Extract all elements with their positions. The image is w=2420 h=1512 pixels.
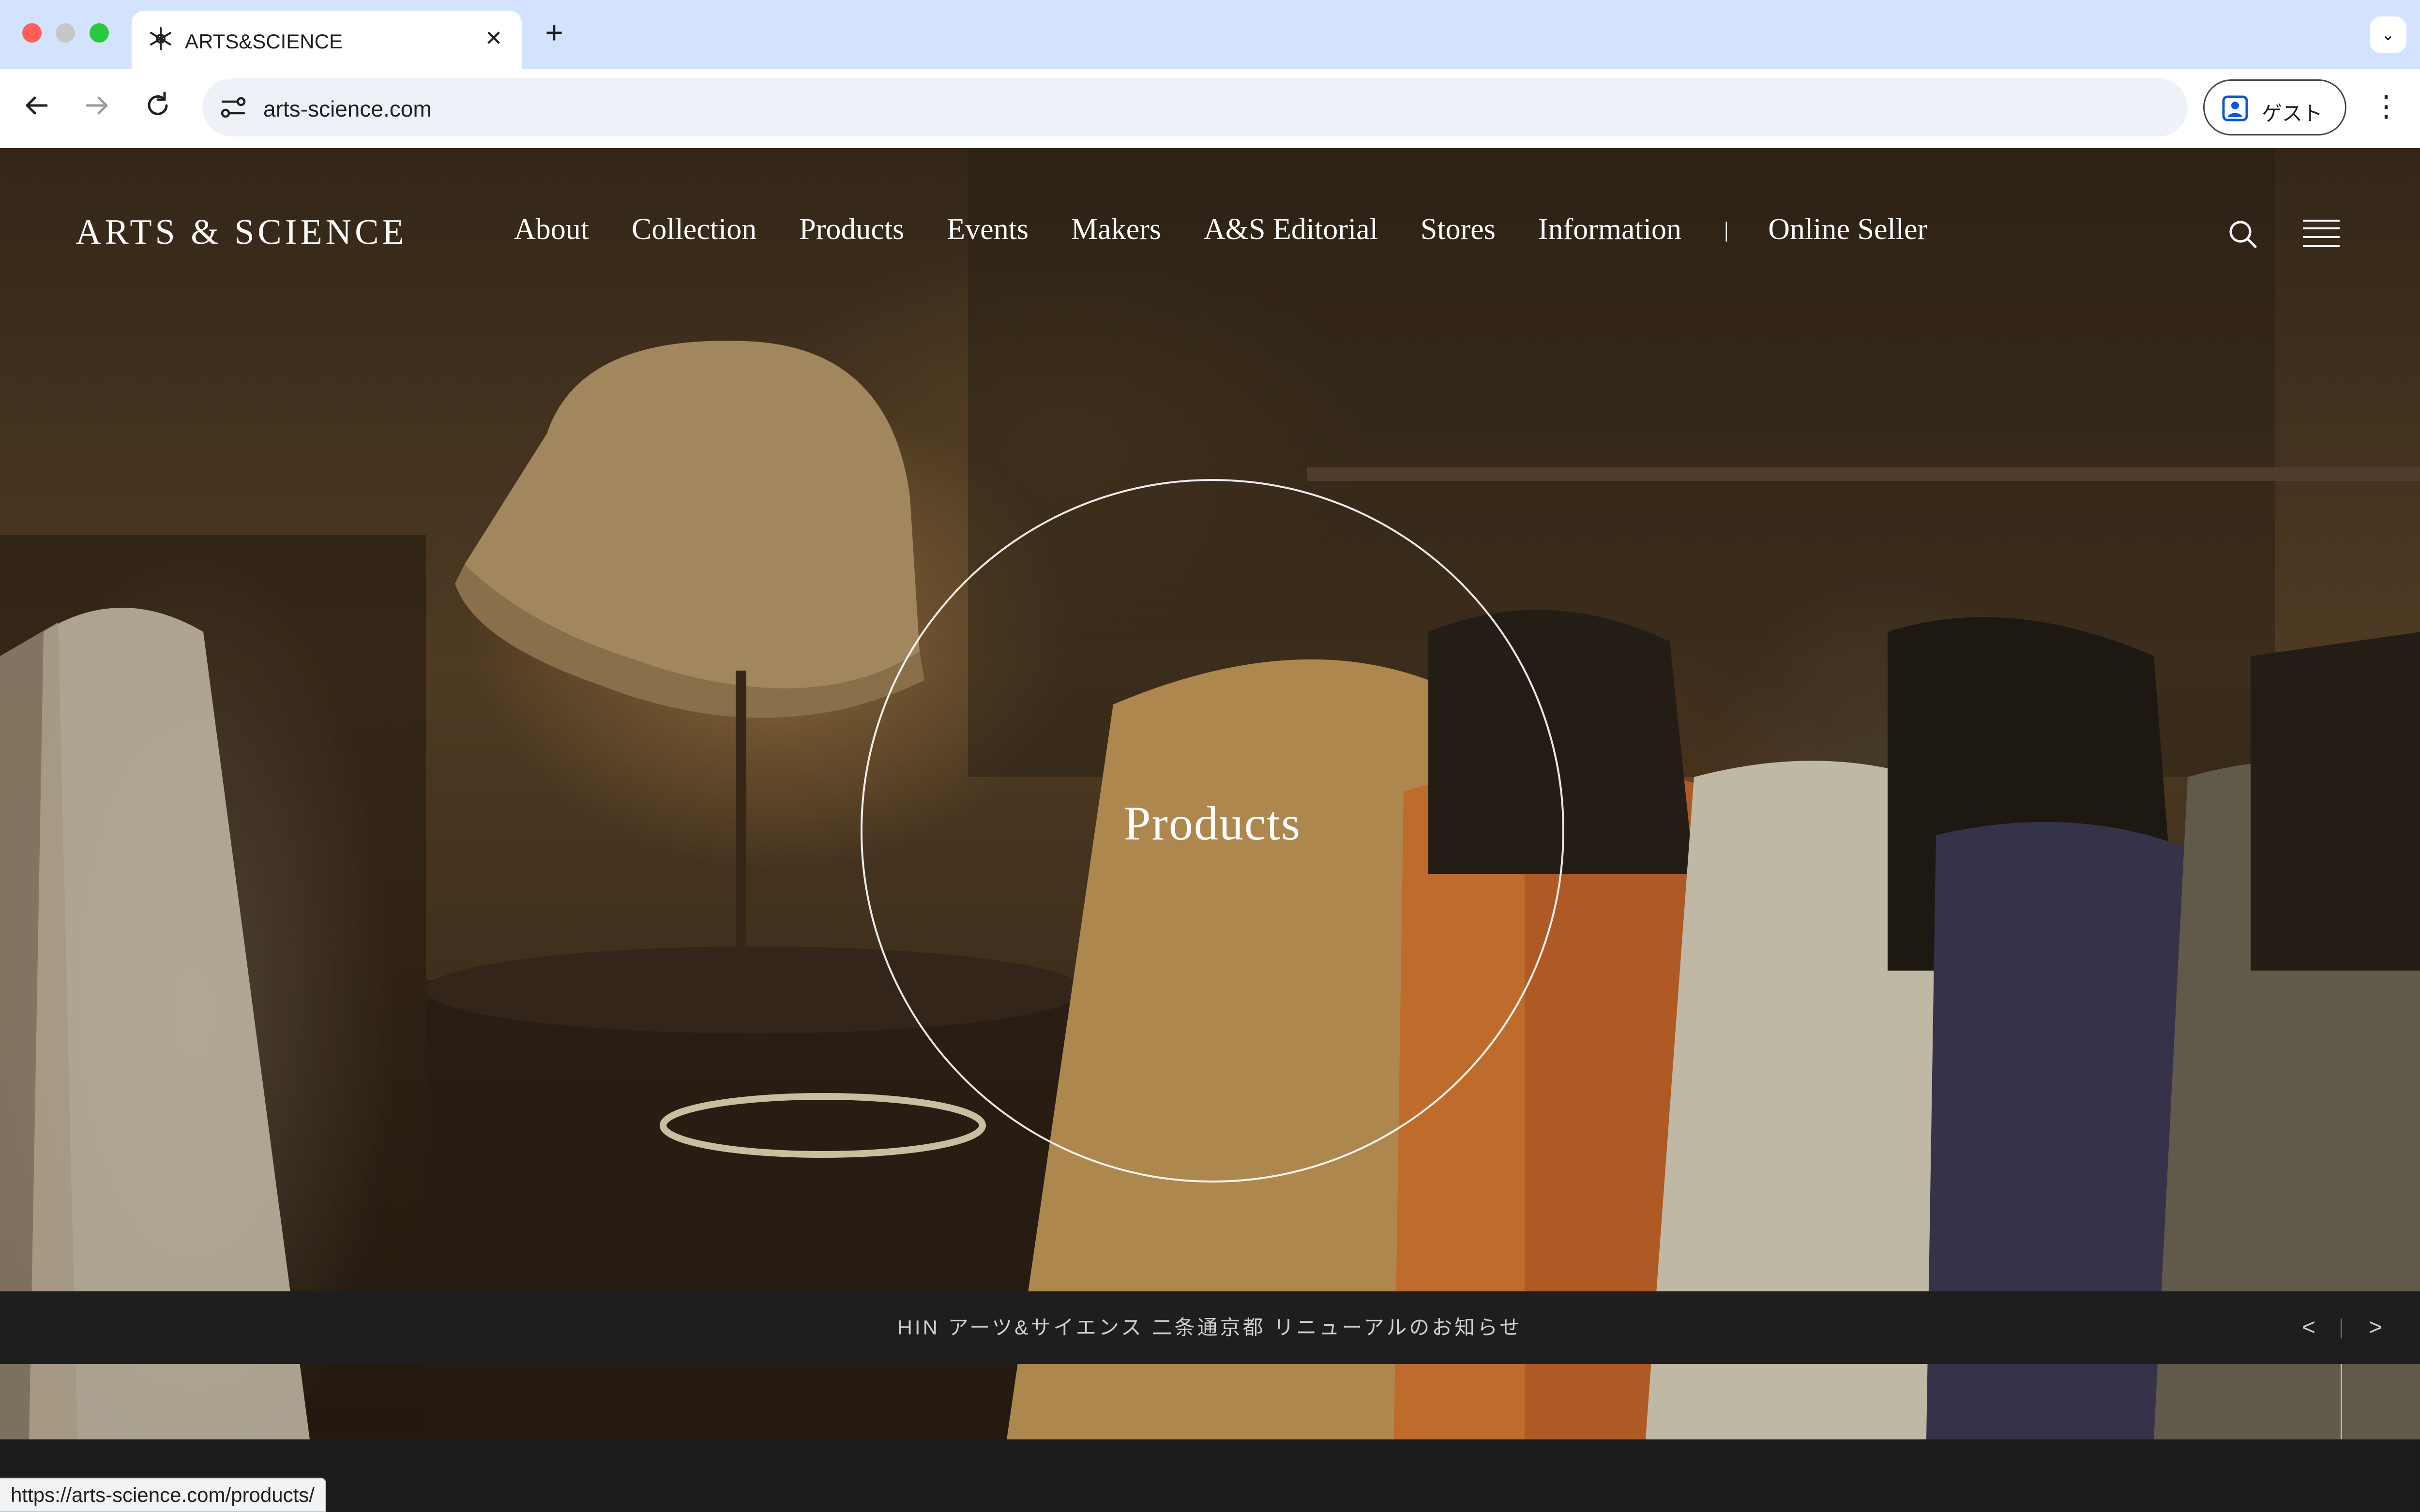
browser-tab-bar: ARTS&SCIENCE ✕ + ⌄ (0, 0, 2420, 69)
hamburger-menu-icon[interactable] (2302, 218, 2341, 249)
site-favicon-icon (150, 27, 171, 50)
nav-events[interactable]: Events (947, 212, 1028, 247)
news-next-button[interactable]: > (2361, 1311, 2390, 1345)
back-button[interactable] (17, 86, 56, 125)
news-headline[interactable]: HIN アーツ&サイエンス 二条通京都 リニューアルのお知らせ (0, 1291, 2420, 1364)
window-maximize-button[interactable] (90, 23, 109, 43)
nav-about[interactable]: About (514, 212, 589, 247)
forward-button[interactable] (77, 86, 116, 125)
nav-editorial[interactable]: A&S Editorial (1204, 212, 1378, 247)
site-header: ARTS & SCIENCE About Collection Products… (0, 148, 2420, 308)
profile-label: ゲスト (2262, 102, 2323, 125)
site-settings-icon[interactable] (215, 89, 252, 126)
news-divider (2341, 1318, 2342, 1338)
tab-list-chevron-icon[interactable]: ⌄ (2370, 16, 2406, 53)
person-icon (2222, 95, 2248, 121)
browser-menu-icon[interactable]: ⋮ (2372, 86, 2401, 130)
status-bar-url: https://arts-science.com/products/ (0, 1478, 326, 1512)
hero-title[interactable]: Products (861, 795, 1564, 851)
address-bar[interactable]: arts-science.com (202, 78, 2188, 136)
arrow-right-icon (86, 96, 108, 115)
window-close-button[interactable] (22, 23, 42, 43)
window-minimize-button[interactable] (56, 23, 75, 43)
arrow-left-icon (26, 96, 48, 115)
nav-collection[interactable]: Collection (632, 212, 756, 247)
tab-close-icon[interactable]: ✕ (479, 24, 508, 53)
main-navigation: About Collection Products Events Makers … (514, 205, 1927, 254)
news-ticker: HIN アーツ&サイエンス 二条通京都 リニューアルのお知らせ < > (0, 1291, 2420, 1364)
reload-button[interactable] (138, 86, 177, 125)
search-icon[interactable] (2224, 216, 2261, 253)
nav-separator: | (1724, 217, 1729, 242)
nav-online-seller[interactable]: Online Seller (1768, 212, 1927, 247)
nav-products[interactable]: Products (799, 212, 904, 247)
nav-information[interactable]: Information (1538, 212, 1681, 247)
news-prev-button[interactable]: < (2294, 1311, 2323, 1345)
url-text[interactable]: arts-science.com (263, 96, 432, 122)
guest-profile-button[interactable]: ゲスト (2203, 79, 2346, 135)
site-logo[interactable]: ARTS & SCIENCE (76, 212, 408, 253)
new-tab-button[interactable]: + (538, 17, 570, 49)
reload-icon (148, 91, 168, 115)
nav-stores[interactable]: Stores (1421, 212, 1496, 247)
browser-tab-active[interactable]: ARTS&SCIENCE ✕ (132, 11, 522, 69)
browser-toolbar: arts-science.com ゲスト ⋮ (0, 69, 2420, 148)
nav-makers[interactable]: Makers (1071, 212, 1161, 247)
tab-title: ARTS&SCIENCE (185, 30, 343, 53)
web-page: ARTS & SCIENCE About Collection Products… (0, 148, 2420, 1439)
